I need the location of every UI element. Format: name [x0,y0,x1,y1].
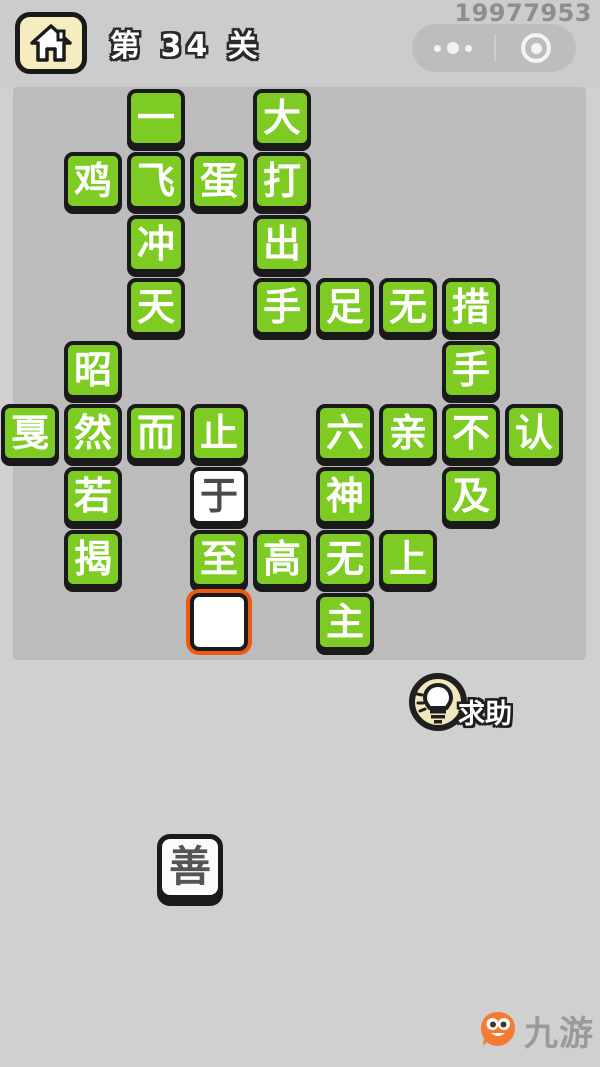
score-counter: 19977953 [454,0,592,27]
grid-cell[interactable]: 止 [190,404,248,462]
grid-cell[interactable]: 冲 [127,215,185,273]
top-bar: 第 34 关 19977953 [0,0,600,87]
grid-cell[interactable]: 六 [316,404,374,462]
grid-cell[interactable]: 至 [190,530,248,588]
answer-tray: 善 [0,820,600,920]
grid-cell-selected[interactable] [190,593,248,651]
grid-cell[interactable]: 不 [442,404,500,462]
grid-cell[interactable]: 飞 [127,152,185,210]
puzzle-board: 一大鸡飞蛋打冲出天手足无措昭手戛然而止六亲不认若于神及揭至高无上主 [1,87,586,660]
grid-cell[interactable]: 天 [127,278,185,336]
grid-cell[interactable]: 鸡 [64,152,122,210]
target-circle-icon[interactable] [496,33,576,63]
watermark-text: 九游 [524,1014,594,1054]
grid-cell[interactable]: 戛 [1,404,59,462]
grid-cell[interactable]: 手 [253,278,311,336]
grid-cell[interactable]: 揭 [64,530,122,588]
grid-cell[interactable]: 无 [316,530,374,588]
grid-cell[interactable]: 认 [505,404,563,462]
home-icon [29,23,73,63]
grid-cell[interactable]: 高 [253,530,311,588]
grid-cell[interactable]: 于 [190,467,248,525]
watermark: 九游 [478,1006,594,1055]
help-button[interactable]: 求助 [408,672,520,732]
grid-cell[interactable]: 大 [253,89,311,147]
grid-cell[interactable]: 神 [316,467,374,525]
grid-cell[interactable]: 出 [253,215,311,273]
grid-cell[interactable]: 若 [64,467,122,525]
grid-cell[interactable]: 无 [379,278,437,336]
grid-cell[interactable]: 手 [442,341,500,399]
grid-cell[interactable]: 然 [64,404,122,462]
grid-cell[interactable]: 足 [316,278,374,336]
jiuyou-mascot-icon [478,1009,518,1053]
grid-cell[interactable]: 主 [316,593,374,651]
more-dots-icon[interactable] [412,42,494,54]
grid-cell[interactable]: 上 [379,530,437,588]
mini-program-capsule[interactable] [412,24,576,72]
grid-cell[interactable]: 一 [127,89,185,147]
answer-tile[interactable]: 善 [157,834,223,900]
home-button[interactable] [15,12,87,74]
grid-cell[interactable]: 亲 [379,404,437,462]
grid-cell[interactable]: 及 [442,467,500,525]
level-title: 第 34 关 [110,29,263,64]
grid-cell[interactable]: 而 [127,404,185,462]
grid-cell[interactable]: 蛋 [190,152,248,210]
grid-cell[interactable]: 措 [442,278,500,336]
help-label: 求助 [458,699,512,730]
grid-cell[interactable]: 昭 [64,341,122,399]
grid-cell[interactable]: 打 [253,152,311,210]
